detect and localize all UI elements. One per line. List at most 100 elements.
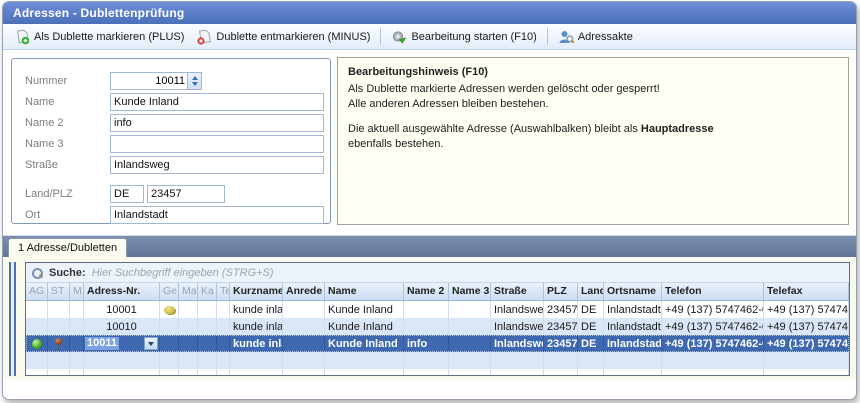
cell-strasse: [491, 352, 544, 369]
cell-plz: [544, 369, 578, 376]
cell-st: [48, 335, 70, 352]
spinner-down-icon[interactable]: [192, 82, 198, 86]
column-header-land[interactable]: Land: [578, 283, 604, 300]
cell-anrede: [283, 301, 325, 318]
cell-m: [70, 352, 84, 369]
unmark-duplicate-button[interactable]: Dublette entmarkieren (MINUS): [190, 27, 376, 47]
spinner-up-icon[interactable]: [192, 76, 198, 80]
plz-input[interactable]: [147, 185, 225, 203]
cell-adressnr: 10010: [84, 318, 160, 335]
cell-land: [578, 352, 604, 369]
column-header-m[interactable]: M: [70, 283, 84, 300]
cell-strasse: Inlandsweg: [491, 301, 544, 318]
cell-land: DE: [578, 318, 604, 335]
name-input[interactable]: [110, 93, 324, 111]
cell-st: [48, 369, 70, 376]
cell-ortsname: [604, 352, 662, 369]
toolbar-separator: [547, 28, 548, 45]
start-editing-button[interactable]: Bearbeitung starten (F10): [385, 27, 542, 47]
toolbar-separator: [380, 28, 381, 45]
dropdown-icon[interactable]: [144, 337, 158, 350]
strasse-input[interactable]: [110, 156, 324, 174]
cell-kurzname: kunde inla: [230, 335, 283, 352]
land-input[interactable]: [110, 185, 144, 203]
cell-name: [325, 352, 404, 369]
tab-page: Suche: Hier Suchbegriff eingeben (STRG+S…: [3, 257, 856, 380]
cell-kurzname: kunde inla: [230, 301, 283, 318]
column-header-plz[interactable]: PLZ: [544, 283, 578, 300]
cell-name: Kunde Inland: [325, 318, 404, 335]
table-row[interactable]: 10010kunde inlaKunde InlandInlandsweg234…: [26, 318, 849, 335]
cell-m: [70, 369, 84, 376]
unmark-duplicate-minus-icon: [196, 29, 212, 45]
cell-name3: [449, 318, 491, 335]
adressnr-editor[interactable]: 10011: [84, 335, 160, 352]
cell-telefon: [662, 369, 764, 376]
cell-st: [48, 352, 70, 369]
unmark-duplicate-label: Dublette entmarkieren (MINUS): [216, 31, 370, 43]
column-header-ag[interactable]: AG: [26, 283, 48, 300]
mark-duplicate-plus-icon: [14, 29, 30, 45]
land-plz-label: Land/PLZ: [25, 188, 110, 200]
grid-search-row[interactable]: Suche: Hier Suchbegriff eingeben (STRG+S…: [26, 263, 849, 283]
address-file-label: Adressakte: [578, 31, 633, 43]
mark-duplicate-button[interactable]: Als Dublette markieren (PLUS): [8, 27, 190, 47]
search-input[interactable]: Hier Suchbegriff eingeben (STRG+S): [92, 267, 274, 279]
cell-strasse: [491, 369, 544, 376]
cell-land: DE: [578, 335, 604, 352]
cell-name2: [404, 352, 449, 369]
address-file-button[interactable]: Adressakte: [552, 27, 639, 47]
table-row[interactable]: 10001kunde inlaKunde InlandInlandsweg234…: [26, 301, 849, 318]
column-header-te[interactable]: Te: [217, 283, 230, 300]
cell-ma: [179, 318, 198, 335]
column-header-adressnr[interactable]: Adress-Nr.: [84, 283, 160, 300]
cell-adressnr: 10001: [84, 301, 160, 318]
cell-st: [48, 318, 70, 335]
column-header-name2[interactable]: Name 2: [404, 283, 449, 300]
cell-telefax: +49 (137) 5747462-99: [764, 335, 849, 352]
cell-ortsname: [604, 369, 662, 376]
column-header-st[interactable]: ST: [48, 283, 70, 300]
column-header-strasse[interactable]: Straße: [491, 283, 544, 300]
cell-ka: [198, 335, 217, 352]
cell-name: Kunde Inland: [325, 335, 404, 352]
column-header-telefon[interactable]: Telefon: [662, 283, 764, 300]
nummer-input[interactable]: [111, 73, 187, 89]
cell-ma: [179, 335, 198, 352]
table-row[interactable]: [26, 352, 849, 369]
cell-kurzname: [230, 369, 283, 376]
start-editing-label: Bearbeitung starten (F10): [411, 31, 536, 43]
column-header-ortsname[interactable]: Ortsname: [604, 283, 662, 300]
search-icon: [31, 267, 43, 279]
cell-name2: [404, 301, 449, 318]
column-header-telefax[interactable]: Telefax: [764, 283, 849, 300]
app-window: Adressen - Dublettenprüfung Als Dublette…: [2, 1, 857, 400]
name2-input[interactable]: [110, 114, 324, 132]
vertical-splitter[interactable]: [9, 262, 16, 376]
tab-adresse-dubletten[interactable]: 1 Adresse/Dubletten: [8, 238, 127, 257]
column-header-ka[interactable]: Ka: [198, 283, 217, 300]
cell-ortsname: Inlandstadt: [604, 301, 662, 318]
column-header-kurzname[interactable]: Kurzname: [230, 283, 283, 300]
cell-plz: [544, 352, 578, 369]
cell-telefax: [764, 369, 849, 376]
duplicates-grid: Suche: Hier Suchbegriff eingeben (STRG+S…: [25, 262, 850, 376]
cell-ka: [198, 352, 217, 369]
cell-telefax: [764, 352, 849, 369]
column-header-name[interactable]: Name: [325, 283, 404, 300]
name3-input[interactable]: [110, 135, 324, 153]
ort-input[interactable]: [110, 206, 324, 224]
column-header-name3[interactable]: Name 3: [449, 283, 491, 300]
cell-name: Kunde Inland: [325, 301, 404, 318]
strasse-label: Straße: [25, 159, 110, 171]
table-row[interactable]: [26, 369, 849, 376]
address-file-icon: [558, 29, 574, 45]
cell-name3: [449, 369, 491, 376]
column-header-anrede[interactable]: Anrede: [283, 283, 325, 300]
column-header-ma[interactable]: Ma: [179, 283, 198, 300]
cell-name2: [404, 369, 449, 376]
nummer-spinner[interactable]: [187, 73, 201, 89]
column-header-ge[interactable]: Ge: [160, 283, 179, 300]
cell-strasse: Inlandsweg: [491, 318, 544, 335]
table-row[interactable]: 10011kunde inlaKunde InlandinfoInlandswe…: [26, 335, 849, 352]
